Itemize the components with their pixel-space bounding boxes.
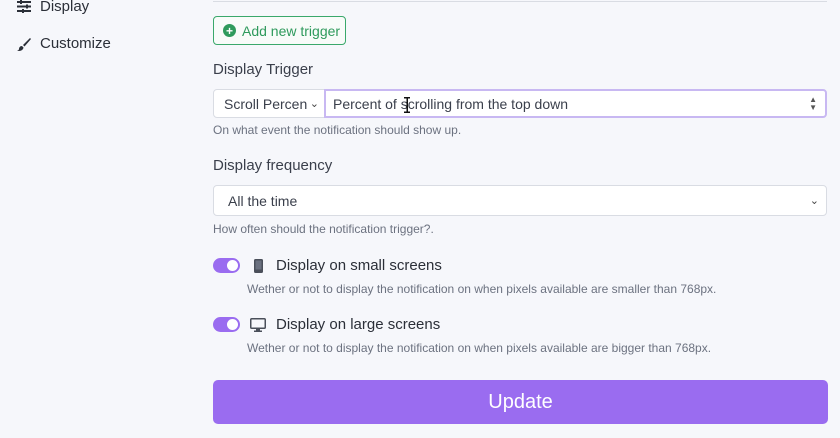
update-button[interactable]: Update xyxy=(213,380,828,424)
trigger-value-input[interactable]: Percent of scrolling from the top down ▲… xyxy=(324,89,827,118)
trigger-type-select[interactable]: Scroll Percen ⌄ xyxy=(213,89,325,118)
small-screens-help: Wether or not to display the notificatio… xyxy=(247,282,717,296)
large-screens-label: Display on large screens xyxy=(276,316,441,333)
small-screens-label: Display on small screens xyxy=(276,257,442,274)
display-frequency-title: Display frequency xyxy=(213,157,333,174)
card-top-edge xyxy=(213,0,827,2)
display-frequency-value: All the time xyxy=(228,192,298,209)
brush-icon xyxy=(17,37,31,51)
sidebar-item-label: Customize xyxy=(40,35,111,52)
mobile-icon xyxy=(250,258,266,274)
sliders-icon xyxy=(17,0,31,14)
add-new-trigger-label: Add new trigger xyxy=(242,22,341,39)
chevron-down-icon: ⌄ xyxy=(309,98,319,110)
small-screens-row: Display on small screens xyxy=(213,257,442,274)
text-cursor-icon xyxy=(404,97,410,113)
large-screens-row: Display on large screens xyxy=(213,316,440,333)
small-screens-toggle[interactable] xyxy=(213,258,240,273)
trigger-value-placeholder: Percent of scrolling from the top down xyxy=(333,95,569,112)
update-button-label: Update xyxy=(488,390,553,413)
number-spinner-icon[interactable]: ▲ ▼ xyxy=(809,96,817,112)
display-frequency-help: How often should the notification trigge… xyxy=(213,222,434,236)
sidebar-item-label: Display xyxy=(40,0,90,15)
sidebar: Display Customize xyxy=(0,0,200,438)
large-screens-toggle[interactable] xyxy=(213,317,240,332)
display-trigger-help: On what event the notification should sh… xyxy=(213,123,462,137)
large-screens-help: Wether or not to display the notificatio… xyxy=(247,341,712,355)
desktop-icon xyxy=(250,317,266,333)
trigger-type-value: Scroll Percen xyxy=(224,95,308,112)
sidebar-item-display[interactable]: Display xyxy=(17,0,89,15)
display-trigger-title: Display Trigger xyxy=(213,61,314,78)
plus-circle-icon: + xyxy=(223,24,236,37)
add-new-trigger-button[interactable]: + Add new trigger xyxy=(213,16,346,45)
sidebar-item-customize[interactable]: Customize xyxy=(17,35,111,52)
chevron-down-icon: ⌄ xyxy=(809,195,819,207)
display-frequency-select[interactable]: All the time ⌄ xyxy=(213,185,827,216)
